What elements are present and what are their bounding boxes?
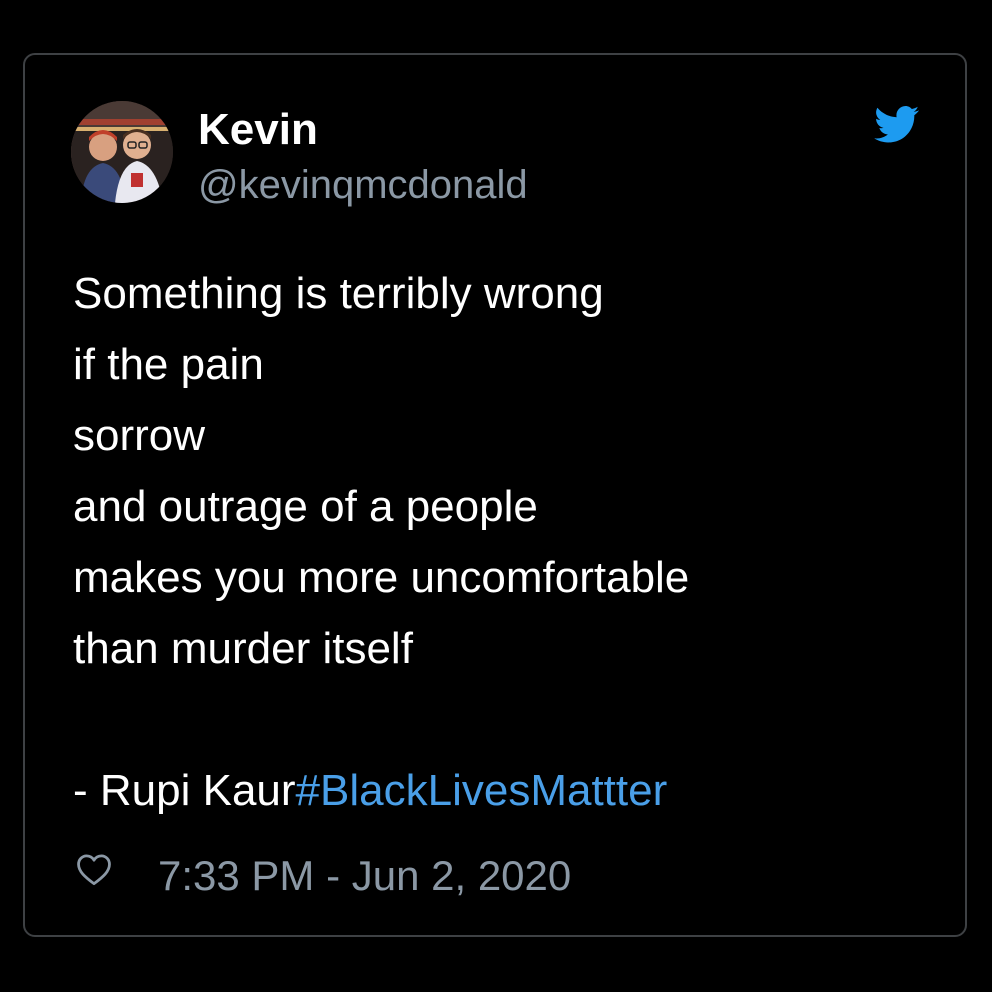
user-handle[interactable]: @kevinqmcdonald: [198, 165, 528, 205]
tweet-line: makes you more uncomfortable: [73, 553, 690, 602]
twitter-bird-icon[interactable]: [874, 106, 920, 144]
tweet-timestamp[interactable]: 7:33 PM - Jun 2, 2020: [158, 855, 571, 897]
signature: - Rupi Kaur: [73, 766, 296, 815]
tweet-body: Something is terribly wrong if the pain …: [73, 258, 933, 826]
avatar-photo: [71, 101, 173, 203]
tweet-line: if the pain: [73, 340, 264, 389]
tweet-signature-line: - Rupi Kaur#BlackLivesMattter: [73, 755, 933, 826]
tweet-line: sorrow: [73, 411, 206, 460]
tweet-line: than murder itself: [73, 624, 413, 673]
hashtag-link[interactable]: #BlackLivesMattter: [296, 766, 668, 815]
display-name[interactable]: Kevin: [198, 108, 318, 152]
avatar[interactable]: [71, 101, 173, 203]
tweet-line: and outrage of a people: [73, 482, 538, 531]
heart-outline-icon[interactable]: [75, 852, 113, 886]
tweet-line: Something is terribly wrong: [73, 269, 604, 318]
